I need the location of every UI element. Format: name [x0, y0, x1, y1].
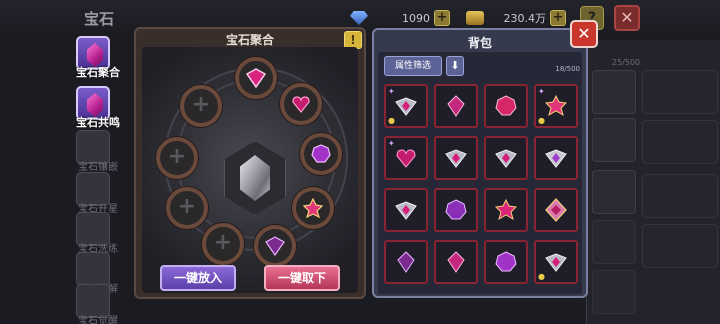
heart-gem-icon [396, 149, 416, 168]
winged-gem-icon [395, 97, 417, 116]
side-item-gem-awaken[interactable]: 宝石觉醒 [74, 282, 134, 324]
fusion-panel: 宝石聚合 ! + + + + 一键放入 一键取下 [134, 27, 366, 299]
fusion-slot-filled[interactable] [235, 57, 277, 99]
close-page-button[interactable]: ✕ [614, 5, 640, 31]
winged-gem-icon [395, 201, 417, 220]
fusion-board: + + + + [142, 47, 358, 293]
fusion-slot-filled[interactable] [300, 133, 342, 175]
side-item-gem-resonance[interactable]: 宝石共鸣 [74, 84, 134, 129]
gem-icon [447, 95, 465, 117]
gem-icon [397, 251, 415, 273]
gold-resource: 230.4万 + [466, 9, 566, 27]
bag-gem-slot[interactable] [384, 240, 428, 284]
winged-gem-icon [545, 149, 567, 168]
background-slot [592, 220, 636, 264]
gem-icon [494, 198, 518, 221]
gem-icon [311, 144, 331, 163]
plus-icon: + [213, 230, 233, 255]
side-menu: 宝石聚合 宝石共鸣 宝石镶嵌 宝石升星 宝石洗练 宝石分解 宝石觉醒 [74, 34, 134, 324]
plus-icon: + [177, 194, 197, 219]
bag-panel: 背包 ✕ 属性筛选 ⬇ 18/500 ✦ ● ✦ ● ✦ ● [372, 20, 598, 298]
gem-icon [246, 68, 266, 88]
fusion-slot-filled[interactable] [292, 187, 334, 229]
gem-icon [445, 199, 467, 220]
bag-gem-slot[interactable] [534, 136, 578, 180]
gem-icon [292, 96, 310, 113]
bag-gem-slot[interactable] [434, 84, 478, 128]
fusion-slot-filled[interactable] [280, 83, 322, 125]
plus-icon: + [167, 144, 187, 169]
fusion-slot-filled[interactable] [254, 225, 296, 267]
fusion-title: 宝石聚合 [225, 33, 274, 47]
lock-icon: ● [538, 272, 545, 281]
background-slot [592, 118, 636, 162]
take-all-button[interactable]: 一键取下 [264, 265, 340, 291]
background-slot [592, 270, 636, 314]
put-all-button[interactable]: 一键放入 [160, 265, 236, 291]
background-cell [642, 120, 718, 164]
bag-gem-slot[interactable] [384, 188, 428, 232]
bag-gem-slot[interactable] [484, 240, 528, 284]
plus-icon: + [191, 92, 211, 117]
background-cell [642, 70, 718, 114]
gem-icon [447, 251, 465, 273]
winged-gem-icon [445, 149, 467, 168]
fusion-slot-empty[interactable]: + [202, 223, 244, 265]
bag-grid-area: 属性筛选 ⬇ 18/500 ✦ ● ✦ ● ✦ ● [378, 52, 582, 294]
bag-gem-slot[interactable]: ✦ ● [384, 84, 428, 128]
lock-icon: ● [388, 116, 395, 125]
fusion-slot-empty[interactable]: + [166, 187, 208, 229]
gem-icon [495, 251, 517, 272]
background-slot [592, 170, 636, 214]
background-capacity: 25/500 [612, 58, 641, 67]
close-icon[interactable]: ✕ [570, 20, 598, 48]
lock-icon: ● [538, 116, 545, 125]
bag-gem-slot[interactable] [434, 240, 478, 284]
bag-title: 背包 [467, 36, 492, 50]
bag-gem-slot[interactable] [484, 84, 528, 128]
side-item-gem-inlay[interactable]: 宝石镶嵌 [74, 128, 134, 173]
gold-value: 230.4万 [503, 12, 547, 25]
fusion-slot-empty[interactable]: + [180, 85, 222, 127]
winged-gem-icon [545, 253, 567, 272]
side-item-gem-fusion[interactable]: 宝石聚合 [74, 34, 134, 79]
bag-gem-slot[interactable] [434, 188, 478, 232]
gem-icon [495, 95, 517, 116]
bag-gem-slot[interactable]: ✦ [384, 136, 428, 180]
bag-gem-slot[interactable] [534, 188, 578, 232]
background-cell [642, 224, 718, 268]
bag-gem-slot[interactable] [484, 188, 528, 232]
fusion-slot-empty[interactable]: + [156, 137, 198, 179]
winged-gem-icon [495, 149, 517, 168]
side-item-label: 宝石觉醒 [78, 316, 118, 324]
diamond-value: 1090 [402, 11, 430, 25]
gem-icon [265, 236, 285, 256]
page-title: 宝石 [84, 10, 115, 28]
add-diamond-button[interactable]: + [434, 10, 450, 26]
diamond-icon [350, 11, 368, 25]
gem-icon [544, 94, 568, 117]
bag-gem-slot[interactable] [484, 136, 528, 180]
add-gold-button[interactable]: + [550, 10, 566, 26]
side-item-label: 宝石聚合 [76, 66, 120, 79]
chest-icon [466, 11, 484, 25]
background-slot [592, 70, 636, 114]
side-item-gem-upgrade[interactable]: 宝石升星 [74, 170, 134, 215]
arrow-down-icon[interactable]: ⬇ [446, 56, 464, 76]
gem-icon [303, 198, 323, 218]
gem-icon [545, 198, 567, 222]
background-cell [642, 174, 718, 218]
bag-gem-slot[interactable] [434, 136, 478, 180]
bag-gem-slot[interactable]: ● [534, 240, 578, 284]
diamond-resource: 1090 + [350, 9, 450, 27]
bag-gem-slot[interactable]: ✦ ● [534, 84, 578, 128]
bag-capacity: 18/500 [555, 65, 580, 73]
side-item-gem-refine[interactable]: 宝石洗练 [74, 210, 134, 255]
attribute-filter-button[interactable]: 属性筛选 [384, 56, 442, 76]
